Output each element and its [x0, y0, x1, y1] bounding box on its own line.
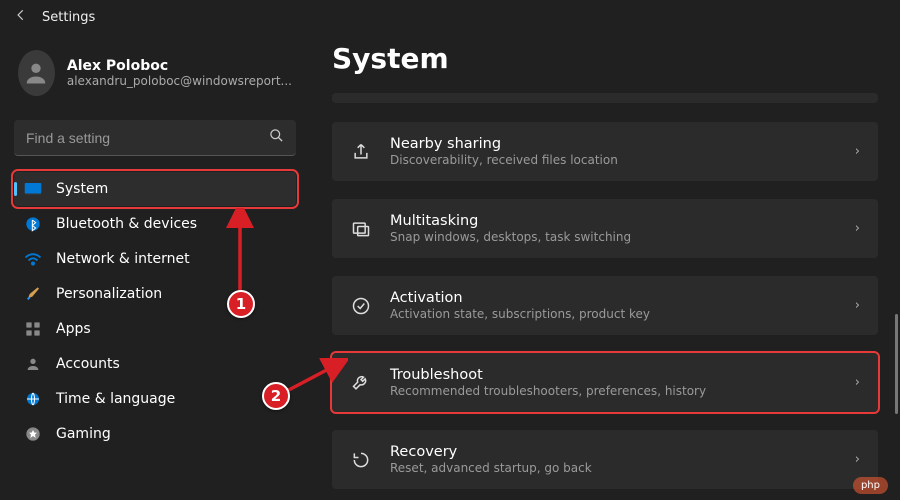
sidebar-item-label: System — [56, 181, 108, 197]
apps-icon — [24, 320, 42, 338]
user-section[interactable]: Alex Poloboc alexandru_poloboc@windowsre… — [14, 44, 296, 114]
settings-row-title: Troubleshoot — [390, 367, 837, 383]
chevron-right-icon: › — [855, 221, 860, 236]
settings-row-title: Activation — [390, 290, 837, 306]
sidebar-item-label: Gaming — [56, 426, 111, 442]
settings-row-desc: Discoverability, received files location — [390, 153, 837, 167]
settings-row-multitasking[interactable]: Multitasking Snap windows, desktops, tas… — [332, 199, 878, 258]
chevron-right-icon: › — [855, 452, 860, 467]
search-icon — [269, 128, 284, 147]
multitasking-icon — [350, 218, 372, 240]
sidebar-item-label: Apps — [56, 321, 91, 337]
settings-row-troubleshoot[interactable]: Troubleshoot Recommended troubleshooters… — [332, 353, 878, 412]
nav-list: System Bluetooth & devices Network & int… — [14, 172, 296, 451]
check-circle-icon — [350, 295, 372, 317]
chevron-right-icon: › — [855, 375, 860, 390]
settings-row-desc: Reset, advanced startup, go back — [390, 461, 837, 475]
chevron-right-icon: › — [855, 298, 860, 313]
user-email: alexandru_poloboc@windowsreport... — [67, 74, 292, 88]
search-box[interactable] — [14, 120, 296, 156]
main-panel: System Nearby sharing Discoverability, r… — [310, 34, 900, 500]
accounts-icon — [24, 355, 42, 373]
scrollbar[interactable] — [895, 314, 898, 414]
wrench-icon — [350, 372, 372, 394]
bluetooth-icon — [24, 215, 42, 233]
sidebar-item-system[interactable]: System — [14, 172, 296, 206]
settings-row-nearby-sharing[interactable]: Nearby sharing Discoverability, received… — [332, 122, 878, 181]
settings-row-desc: Snap windows, desktops, task switching — [390, 230, 837, 244]
settings-row-title: Recovery — [390, 444, 837, 460]
sidebar-item-label: Bluetooth & devices — [56, 216, 197, 232]
settings-row-activation[interactable]: Activation Activation state, subscriptio… — [332, 276, 878, 335]
display-icon — [24, 180, 42, 198]
settings-row-desc: Activation state, subscriptions, product… — [390, 307, 837, 321]
sidebar-item-accounts[interactable]: Accounts — [14, 347, 296, 381]
recovery-icon — [350, 449, 372, 471]
back-icon[interactable] — [14, 8, 28, 26]
sidebar-item-time-language[interactable]: Time & language — [14, 382, 296, 416]
gaming-icon — [24, 425, 42, 443]
sidebar: Alex Poloboc alexandru_poloboc@windowsre… — [0, 34, 310, 500]
avatar — [18, 50, 55, 96]
settings-row-partial[interactable] — [332, 93, 878, 103]
watermark: php — [853, 477, 888, 494]
settings-row-title: Nearby sharing — [390, 136, 837, 152]
user-name: Alex Poloboc — [67, 58, 292, 74]
sidebar-item-gaming[interactable]: Gaming — [14, 417, 296, 451]
search-input[interactable] — [26, 130, 269, 146]
sidebar-item-personalization[interactable]: Personalization — [14, 277, 296, 311]
paintbrush-icon — [24, 285, 42, 303]
page-title: System — [332, 42, 878, 75]
sidebar-item-bluetooth[interactable]: Bluetooth & devices — [14, 207, 296, 241]
sidebar-item-label: Accounts — [56, 356, 120, 372]
window-title: Settings — [42, 10, 95, 25]
settings-row-recovery[interactable]: Recovery Reset, advanced startup, go bac… — [332, 430, 878, 489]
chevron-right-icon: › — [855, 144, 860, 159]
sidebar-item-network[interactable]: Network & internet — [14, 242, 296, 276]
settings-row-title: Multitasking — [390, 213, 837, 229]
sidebar-item-label: Personalization — [56, 286, 162, 302]
wifi-icon — [24, 250, 42, 268]
share-icon — [350, 141, 372, 163]
settings-row-desc: Recommended troubleshooters, preferences… — [390, 384, 837, 398]
sidebar-item-label: Time & language — [56, 391, 175, 407]
sidebar-item-apps[interactable]: Apps — [14, 312, 296, 346]
sidebar-item-label: Network & internet — [56, 251, 190, 267]
settings-list: Nearby sharing Discoverability, received… — [332, 93, 878, 500]
globe-icon — [24, 390, 42, 408]
